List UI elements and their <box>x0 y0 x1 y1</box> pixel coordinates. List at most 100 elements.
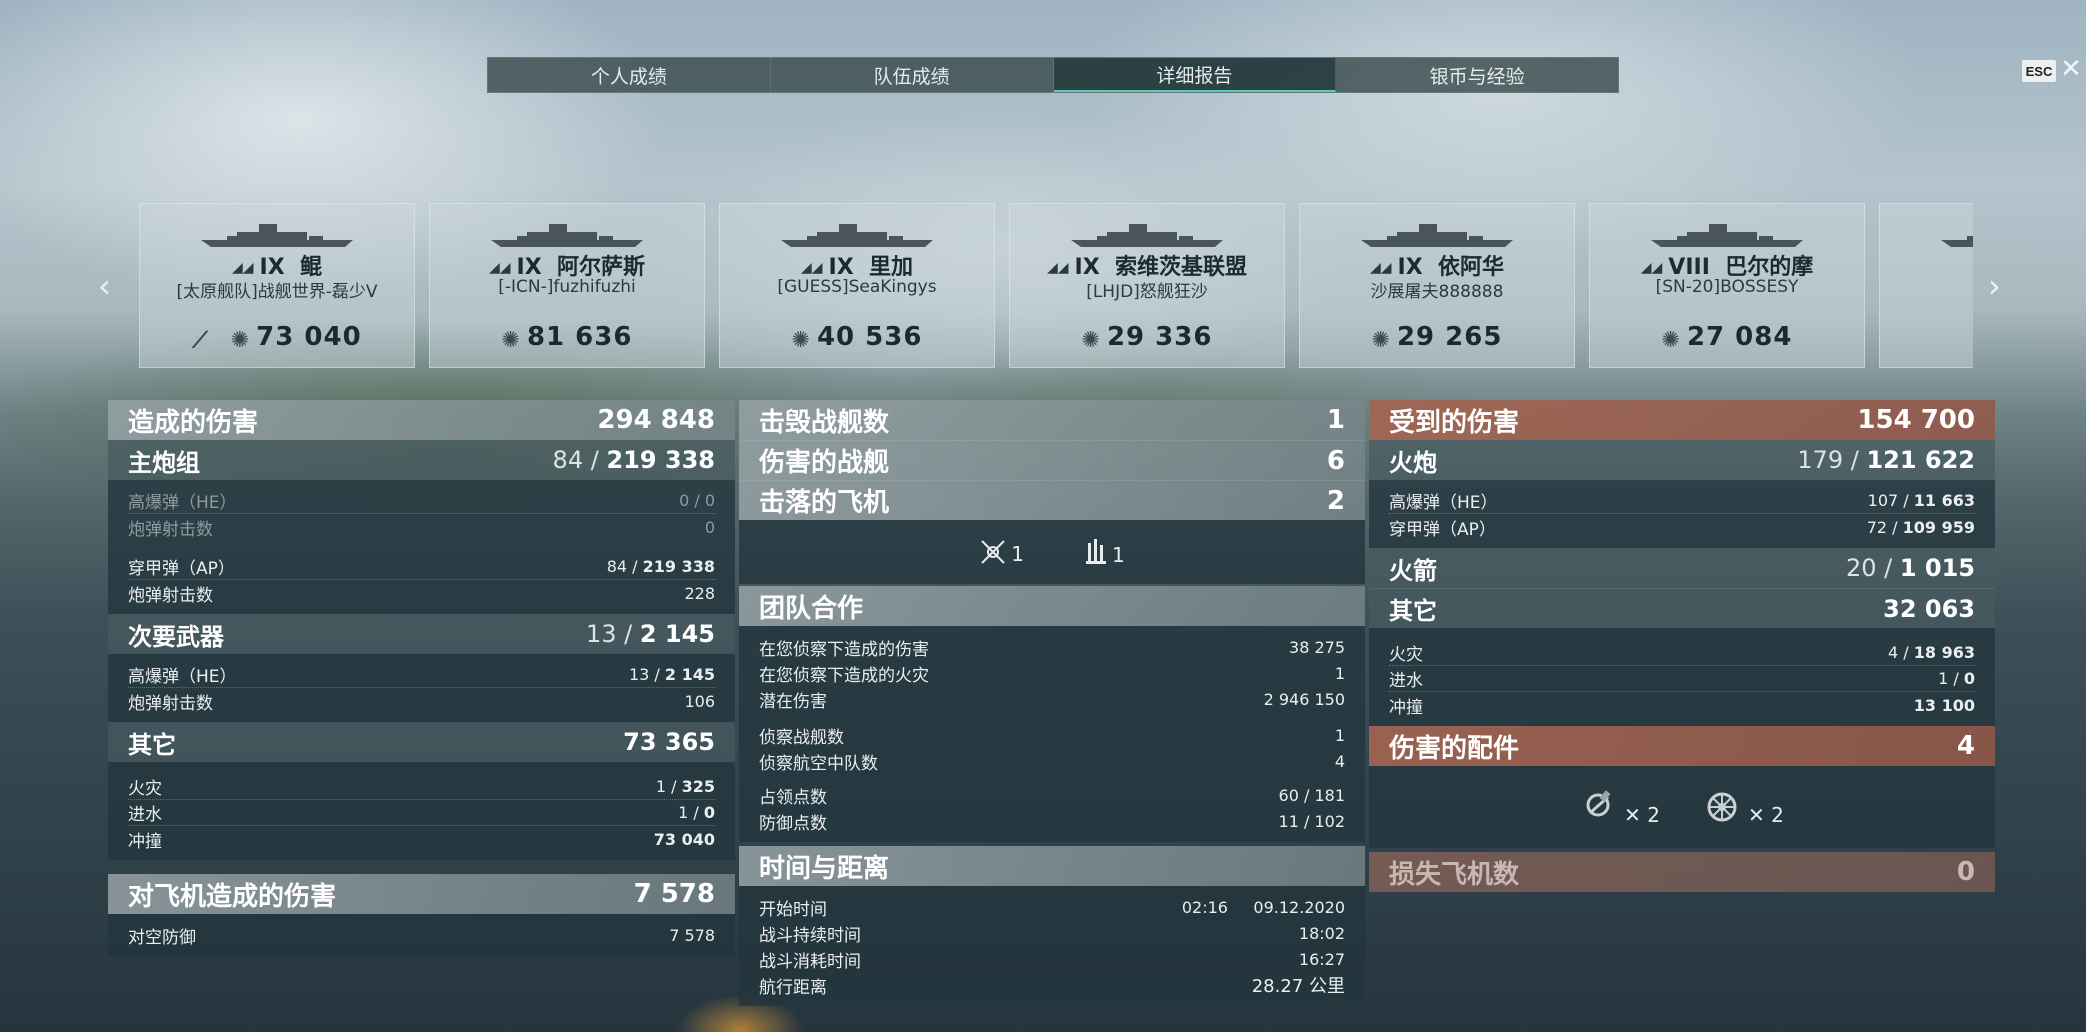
aa-kill-badge: 1 <box>979 538 1024 566</box>
score-value: 73 040 <box>256 322 362 352</box>
ship-name: ◢◢VIII <box>1880 249 1973 274</box>
player-name: [GUESS]SeaKingys <box>777 277 937 297</box>
planes-lost-row: 损失飞机数 0 <box>1369 852 1995 892</box>
stat-row: 冲撞 13 100 <box>1389 695 1975 718</box>
time-distance-header: 时间与距离 <box>739 846 1365 886</box>
carousel-next-button[interactable]: › <box>1988 270 2001 302</box>
other-received-details: 火灾 4 / 18 963 进水 1 / 0 冲撞 13 100 <box>1369 628 1995 726</box>
ship-score: ✺ 81 636 <box>430 322 704 353</box>
damage-icon: ✺ <box>1081 328 1101 353</box>
damage-icon: ✺ <box>791 328 811 353</box>
damaged-modules-header: 伤害的配件 4 <box>1369 726 1995 766</box>
stat-row: 炮弹射击数 106 <box>128 691 715 714</box>
stat-row: 冲撞 73 040 <box>128 829 715 852</box>
tab-credits-xp[interactable]: 银币与经验 <box>1336 58 1618 92</box>
damage-icon: ✺ <box>230 328 251 353</box>
tab-personal[interactable]: 个人成绩 <box>488 58 771 92</box>
stat-row: 进水 1 / 0 <box>1389 666 1975 692</box>
planes-shot-row: 击落的飞机 2 <box>739 480 1365 520</box>
stat-row: 进水 1 / 0 <box>128 800 715 826</box>
ship-class-icon: ◢◢ <box>1369 260 1392 276</box>
stat-row: 高爆弹（HE） 13 / 2 145 <box>128 662 715 688</box>
stat-row: 火灾 1 / 325 <box>128 774 715 800</box>
tab-detailed-report[interactable]: 详细报告 <box>1053 58 1337 92</box>
ship-score: ✺ 40 536 <box>720 322 994 353</box>
player-name: [-ICN-]fuzhifuzhi <box>498 277 636 297</box>
damage-dealt-header: 造成的伤害 294 848 <box>108 400 735 440</box>
ship-card[interactable]: ◢◢ IX 阿尔萨斯 [-ICN-]fuzhifuzhi ✺ 81 636 <box>429 203 705 368</box>
player-name: [LHJD]怒舰狂沙 <box>1086 282 1208 302</box>
engine-badge: ✕ 2 <box>1700 787 1784 827</box>
stat-row: 航行距离 28.27 公里 <box>759 976 1345 998</box>
aa-damage-header: 对飞机造成的伤害 7 578 <box>108 874 735 914</box>
time-distance-details: 开始时间 02:16 09.12.2020 战斗持续时间 18:02 战斗消耗时间 1… <box>739 886 1365 1006</box>
steering-gear-icon <box>1586 790 1611 817</box>
ship-class-icon: ◢◢ <box>231 260 254 276</box>
ships-damaged-row: 伤害的战舰 6 <box>739 440 1365 480</box>
damage-icon: ✺ <box>501 328 521 353</box>
score-value: 27 084 <box>1686 322 1793 352</box>
damage-icon: ✺ <box>1371 328 1391 353</box>
ship-card[interactable]: ◢◢ IX 里加 [GUESS]SeaKingys ✺ 40 536 <box>719 203 995 368</box>
stat-row: 高爆弹（HE） 0 / 0 <box>128 488 715 514</box>
ship-carousel: ◢◢ IX 鲲 [太原舰队]战舰世界-磊少V ⟋ ✺ 73 040 ◢◢ IX 阿尔萨斯 [-I… <box>139 203 1973 368</box>
tab-team[interactable]: 队伍成绩 <box>771 58 1054 92</box>
ship-score: ✺ 27 084 <box>1590 322 1864 353</box>
ship-silhouette-icon <box>201 224 353 247</box>
other-damage-row: 其它 73 365 <box>108 722 735 762</box>
tab-bar: 个人成绩 队伍成绩 详细报告 银币与经验 <box>487 57 1619 93</box>
secondary-row: 次要武器 13 / 2 145 <box>108 614 735 654</box>
score-value: 40 536 <box>816 322 923 352</box>
ship-score: ✺ 29 265 <box>1300 322 1574 353</box>
stat-row: 穿甲弹（AP） 84 / 219 338 <box>128 554 715 580</box>
stat-row: 穿甲弹（AP） 72 / 109 959 <box>1389 517 1975 540</box>
steering-gear-badge: ✕ 2 <box>1580 787 1660 827</box>
close-icon[interactable]: ✕ <box>2060 56 2082 82</box>
other-damage-details: 火灾 1 / 325 进水 1 / 0 冲撞 73 040 <box>108 762 735 860</box>
ships-destroyed-row: 击毁战舰数 1 <box>739 400 1365 440</box>
stat-row: 开始时间 02:16 09.12.2020 <box>759 897 1345 920</box>
damaged-modules-details: ✕ 2 ✕ 2 <box>1369 766 1995 848</box>
stat-row: 战斗消耗时间 16:27 <box>759 949 1345 972</box>
stat-row: 战斗持续时间 18:02 <box>759 923 1345 946</box>
ship-silhouette-icon <box>1941 236 1973 247</box>
damage-received-panel: 受到的伤害 154 700 火炮 179 / 121 622 高爆弹（HE） 107 … <box>1369 400 1995 892</box>
ship-card[interactable]: ◢◢ VIII 巴尔的摩 [SN-20]BOSSESY ✺ 27 084 <box>1589 203 1865 368</box>
ship-class-icon: ◢◢ <box>488 260 511 276</box>
ship-silhouette-icon <box>1071 224 1223 247</box>
carousel-prev-button[interactable]: ‹ <box>98 270 111 302</box>
damage-received-header: 受到的伤害 154 700 <box>1369 400 1995 440</box>
aa-kill-icon <box>981 540 1005 564</box>
stat-row: 占领点数 60 / 181 <box>759 785 1345 808</box>
ship-silhouette-icon <box>781 224 933 247</box>
guns-row: 火炮 179 / 121 622 <box>1369 440 1995 480</box>
stat-row: 火灾 4 / 18 963 <box>1389 640 1975 666</box>
rockets-row: 火箭 20 / 1 015 <box>1369 548 1995 588</box>
ship-card[interactable]: ◢◢ IX 依阿华 沙展屠夫888888 ✺ 29 265 <box>1299 203 1575 368</box>
ship-card[interactable]: ◢◢VIII [EASY ✺ <box>1879 203 1973 368</box>
stat-row: 在您侦察下造成的火灾 1 <box>759 663 1345 686</box>
main-battery-row: 主炮组 84 / 219 338 <box>108 440 735 480</box>
stat-row: 炮弹射击数 228 <box>128 583 715 606</box>
ship-silhouette-icon <box>491 224 643 247</box>
plane-icon <box>1086 539 1106 564</box>
player-name: [太原舰队]战舰世界-磊少V <box>176 282 378 302</box>
stat-row: 侦察战舰数 1 <box>759 725 1345 748</box>
secondary-details: 高爆弹（HE） 13 / 2 145 炮弹射击数 106 <box>108 654 735 722</box>
plane-badge: 1 <box>1084 537 1125 567</box>
stat-row: 炮弹射击数 0 <box>128 517 715 540</box>
stat-row: 在您侦察下造成的伤害 38 275 <box>759 637 1345 660</box>
ship-card[interactable]: ◢◢ IX 鲲 [太原舰队]战舰世界-磊少V ⟋ ✺ 73 040 <box>139 203 415 368</box>
player-name: [EASY <box>1880 277 1973 297</box>
player-name: [SN-20]BOSSESY <box>1655 277 1799 297</box>
player-name: 沙展屠夫888888 <box>1370 282 1504 302</box>
ship-silhouette-icon <box>1361 224 1513 247</box>
sunk-ship-icon: ⟋ <box>192 328 209 353</box>
other-received-row: 其它 32 063 <box>1369 588 1995 628</box>
stat-row: 防御点数 11 / 102 <box>759 811 1345 834</box>
score-value: 29 336 <box>1106 322 1213 352</box>
ship-card[interactable]: ◢◢ IX 索维茨基联盟 [LHJD]怒舰狂沙 ✺ 29 336 <box>1009 203 1285 368</box>
score-value: 81 636 <box>526 322 633 352</box>
damage-icon: ✺ <box>1661 328 1681 353</box>
esc-key-hint[interactable]: ESC <box>2022 60 2056 82</box>
